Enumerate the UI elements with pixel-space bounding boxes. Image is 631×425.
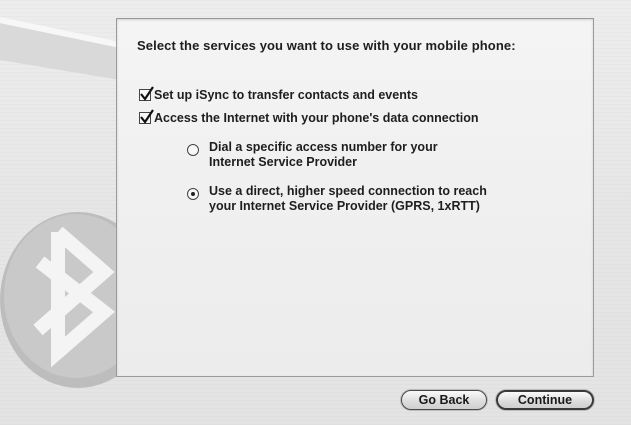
direct-label-line1: Use a direct, higher speed connection to… bbox=[209, 184, 487, 198]
internet-checkbox[interactable] bbox=[139, 109, 154, 124]
isync-option[interactable]: Set up iSync to transfer contacts and ev… bbox=[139, 86, 418, 103]
direct-radio[interactable] bbox=[187, 188, 199, 200]
dial-label-line2: Internet Service Provider bbox=[209, 155, 357, 169]
checkmark-icon bbox=[140, 109, 154, 124]
internet-option[interactable]: Access the Internet with your phone's da… bbox=[139, 109, 479, 126]
assistant-window: Select the services you want to use with… bbox=[0, 0, 631, 425]
direct-label-line2: your Internet Service Provider (GPRS, 1x… bbox=[209, 199, 480, 213]
dial-radio[interactable] bbox=[187, 144, 199, 156]
go-back-button[interactable]: Go Back bbox=[401, 390, 487, 410]
continue-button[interactable]: Continue bbox=[496, 390, 594, 410]
direct-option[interactable]: Use a direct, higher speed connection to… bbox=[187, 184, 487, 214]
internet-label: Access the Internet with your phone's da… bbox=[154, 111, 479, 125]
dial-option[interactable]: Dial a specific access number for your I… bbox=[187, 140, 438, 170]
dial-label-line1: Dial a specific access number for your bbox=[209, 140, 438, 154]
services-panel: Select the services you want to use with… bbox=[116, 18, 594, 377]
isync-checkbox[interactable] bbox=[139, 86, 154, 101]
checkmark-icon bbox=[140, 86, 154, 101]
panel-heading: Select the services you want to use with… bbox=[137, 38, 516, 53]
radio-selected-dot bbox=[191, 192, 195, 196]
isync-label: Set up iSync to transfer contacts and ev… bbox=[154, 88, 418, 102]
